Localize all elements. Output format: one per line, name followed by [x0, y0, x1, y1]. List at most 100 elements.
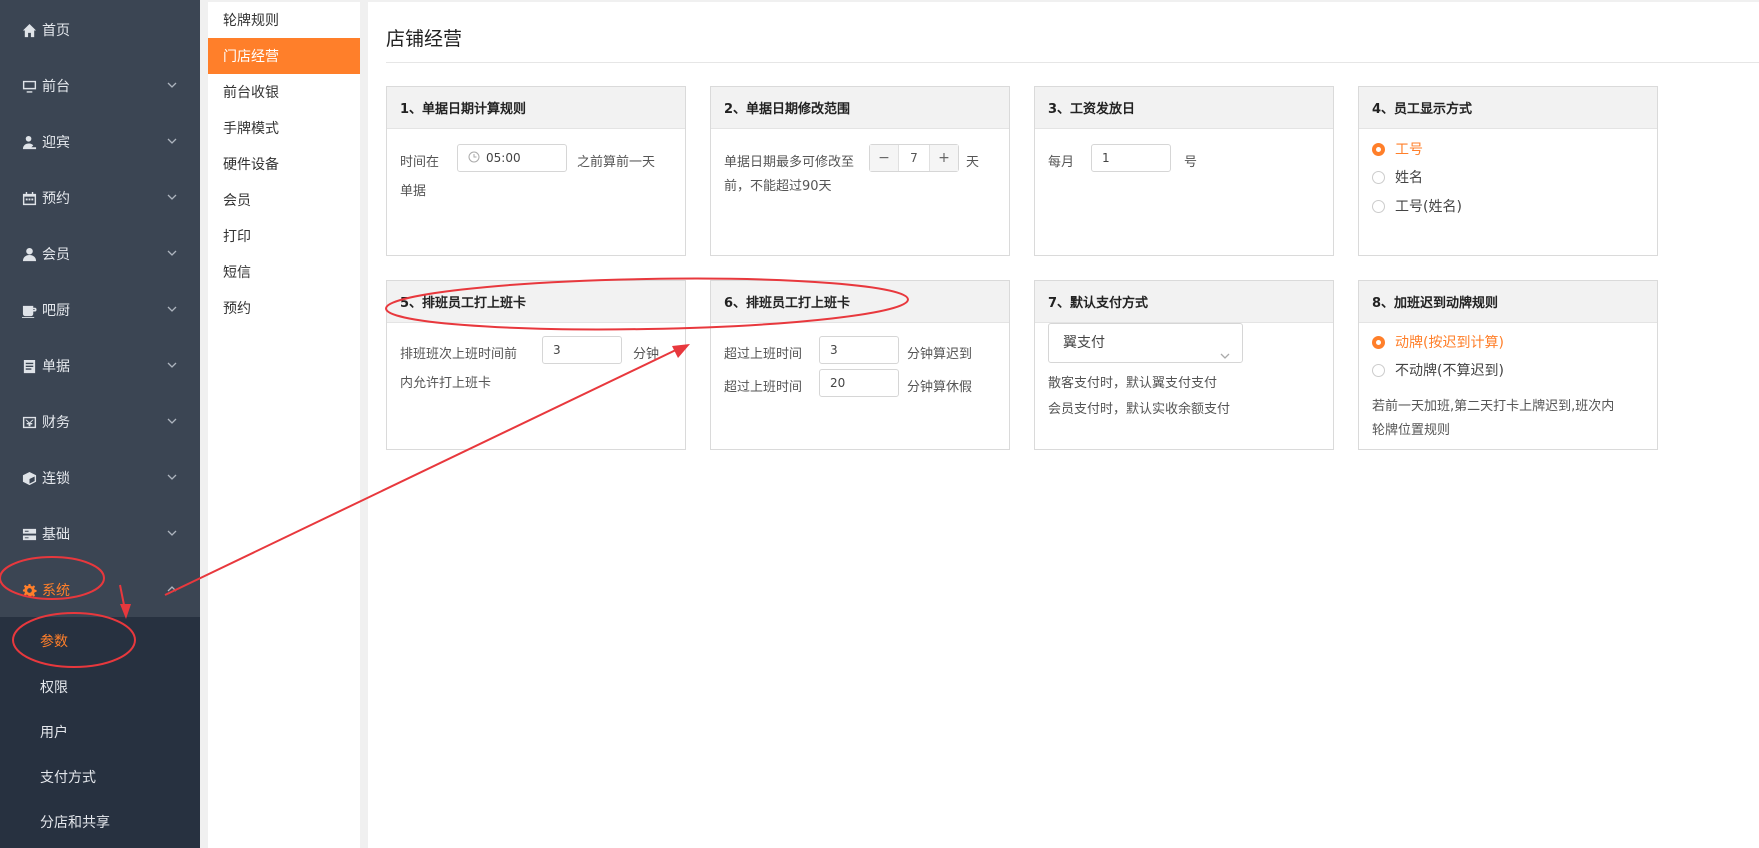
label: 单据日期最多可修改至 [724, 155, 855, 170]
nav-item-chain[interactable]: 连锁 [0, 450, 200, 506]
submenu-item-payment-methods[interactable]: 支付方式 [0, 754, 200, 799]
label: 内允许打上班卡 [400, 376, 492, 391]
label: 散客支付时，默认翼支付支付 [1048, 376, 1218, 391]
gear-icon [20, 582, 38, 598]
label: 排班班次上班时间前 [400, 347, 518, 362]
document-icon [20, 358, 38, 374]
radio-dot [1372, 142, 1385, 156]
submenu-item-users[interactable]: 用户 [0, 709, 200, 754]
database-icon [20, 526, 38, 542]
secondary-nav-item[interactable]: 前台收银 [208, 74, 360, 110]
note: 若前一天加班,第二天打卡上牌迟到,班次内 [1372, 399, 1615, 414]
chevron-down-icon [166, 303, 178, 315]
card-title: 1、单据日期计算规则 [387, 87, 685, 129]
calendar-icon [20, 190, 38, 206]
secondary-nav-item[interactable]: 短信 [208, 254, 360, 290]
late-minutes-input[interactable]: 3 [819, 336, 899, 364]
card-default-payment: 7、默认支付方式 翼支付 散客支付时，默认翼支付支付 会员支付时，默认实收余额支… [1034, 280, 1334, 450]
submenu-item-params[interactable]: 参数 [0, 617, 200, 664]
days-stepper[interactable]: − 7 + [869, 144, 959, 172]
card-staff-display: 4、员工显示方式 工号 姓名 工号(姓名) [1358, 86, 1658, 256]
nav-item-booking[interactable]: 预约 [0, 170, 200, 226]
coffee-icon [20, 302, 38, 318]
chevron-down-icon [1220, 338, 1230, 359]
label: 分钟算迟到 [907, 347, 973, 362]
card-title: 6、排班员工打上班卡 [711, 281, 1009, 323]
payday-input[interactable]: 1 [1091, 144, 1171, 172]
label: 天 [966, 155, 980, 170]
radio-label: 姓名 [1395, 170, 1423, 186]
radio-label: 不动牌(不算迟到) [1395, 363, 1504, 379]
secondary-nav-item[interactable]: 轮牌规则 [208, 2, 360, 38]
nav-label: 预约 [42, 191, 70, 207]
radio-move-card[interactable]: 动牌(按迟到计算) [1372, 332, 1504, 352]
time-input[interactable]: 05:00 [457, 144, 567, 172]
payment-method-select[interactable]: 翼支付 [1048, 323, 1243, 363]
user-icon [20, 246, 38, 262]
submenu-item-branches[interactable]: 分店和共享 [0, 799, 200, 844]
nav-item-bar-kitchen[interactable]: 吧厨 [0, 282, 200, 338]
radio-label: 工号 [1395, 142, 1423, 158]
radio-keep-card[interactable]: 不动牌(不算迟到) [1372, 360, 1504, 380]
chevron-down-icon [166, 527, 178, 539]
radio-staff-name[interactable]: 姓名 [1372, 167, 1423, 187]
label: 之前算前一天 [577, 155, 656, 170]
chevron-down-icon [166, 135, 178, 147]
secondary-nav-item[interactable]: 会员 [208, 182, 360, 218]
chevron-down-icon [166, 359, 178, 371]
card-title: 4、员工显示方式 [1359, 87, 1657, 129]
nav-label: 前台 [42, 79, 70, 95]
nav-item-greeter[interactable]: 迎宾 [0, 114, 200, 170]
secondary-nav-item[interactable]: 手牌模式 [208, 110, 360, 146]
nav-item-finance[interactable]: 财务 [0, 394, 200, 450]
monitor-icon [20, 78, 38, 94]
chevron-up-icon [166, 583, 178, 595]
finance-icon [20, 414, 38, 430]
label: 时间在 [400, 155, 440, 170]
time-value: 05:00 [486, 151, 521, 165]
radio-dot [1372, 335, 1385, 349]
nav-label: 吧厨 [42, 303, 70, 319]
card-title: 8、加班迟到动牌规则 [1359, 281, 1657, 323]
card-payday: 3、工资发放日 每月 1 号 [1034, 86, 1334, 256]
card-title: 7、默认支付方式 [1035, 281, 1333, 323]
chevron-down-icon [166, 415, 178, 427]
radio-dot [1372, 199, 1385, 213]
card-bill-date-range: 2、单据日期修改范围 单据日期最多可修改至 − 7 + 天 前，不能超过90天 [710, 86, 1010, 256]
submenu-item-permissions[interactable]: 权限 [0, 664, 200, 709]
nav-label: 会员 [42, 247, 70, 263]
radio-staff-number-name[interactable]: 工号(姓名) [1372, 196, 1462, 216]
card-overtime-late-rule: 8、加班迟到动牌规则 动牌(按迟到计算) 不动牌(不算迟到) 若前一天加班,第二… [1358, 280, 1658, 450]
nav-label: 首页 [42, 23, 70, 39]
main-panel: 店铺经营 1、单据日期计算规则 时间在 05:00 之前算前一天 单据 2、单据… [368, 2, 1759, 848]
nav-item-home[interactable]: 首页 [0, 2, 200, 58]
nav-item-system[interactable]: 系统 [0, 562, 200, 618]
nav-item-frontdesk[interactable]: 前台 [0, 58, 200, 114]
nav-label: 系统 [42, 583, 70, 599]
chevron-down-icon [166, 191, 178, 203]
plus-button[interactable]: + [930, 145, 958, 171]
label: 会员支付时，默认实收余额支付 [1048, 402, 1231, 417]
radio-label: 动牌(按迟到计算) [1395, 335, 1504, 351]
chevron-down-icon [166, 471, 178, 483]
secondary-nav-item[interactable]: 预约 [208, 290, 360, 326]
leave-minutes-input[interactable]: 20 [819, 369, 899, 397]
card-bill-date-rule: 1、单据日期计算规则 时间在 05:00 之前算前一天 单据 [386, 86, 686, 256]
minus-button[interactable]: − [870, 145, 898, 171]
card-title: 3、工资发放日 [1035, 87, 1333, 129]
nav-item-bills[interactable]: 单据 [0, 338, 200, 394]
secondary-nav-item[interactable]: 打印 [208, 218, 360, 254]
main-sidebar: 首页 前台 迎宾 预约 会员 吧厨 单据 财务 连锁 基础 系统 参数 权限 用… [0, 0, 200, 848]
card-shift-late-rule: 6、排班员工打上班卡 超过上班时间 3 分钟算迟到 超过上班时间 20 分钟算休… [710, 280, 1010, 450]
stepper-value[interactable]: 7 [898, 145, 930, 171]
nav-item-basics[interactable]: 基础 [0, 506, 200, 562]
minutes-input[interactable]: 3 [542, 336, 622, 364]
chevron-down-icon [166, 247, 178, 259]
secondary-nav-item[interactable]: 硬件设备 [208, 146, 360, 182]
label: 分钟 [633, 347, 660, 362]
radio-staff-number[interactable]: 工号 [1372, 139, 1423, 159]
label: 每月 [1048, 155, 1075, 170]
nav-label: 连锁 [42, 471, 70, 487]
secondary-nav-item[interactable]: 门店经营 [208, 38, 360, 74]
nav-item-member[interactable]: 会员 [0, 226, 200, 282]
